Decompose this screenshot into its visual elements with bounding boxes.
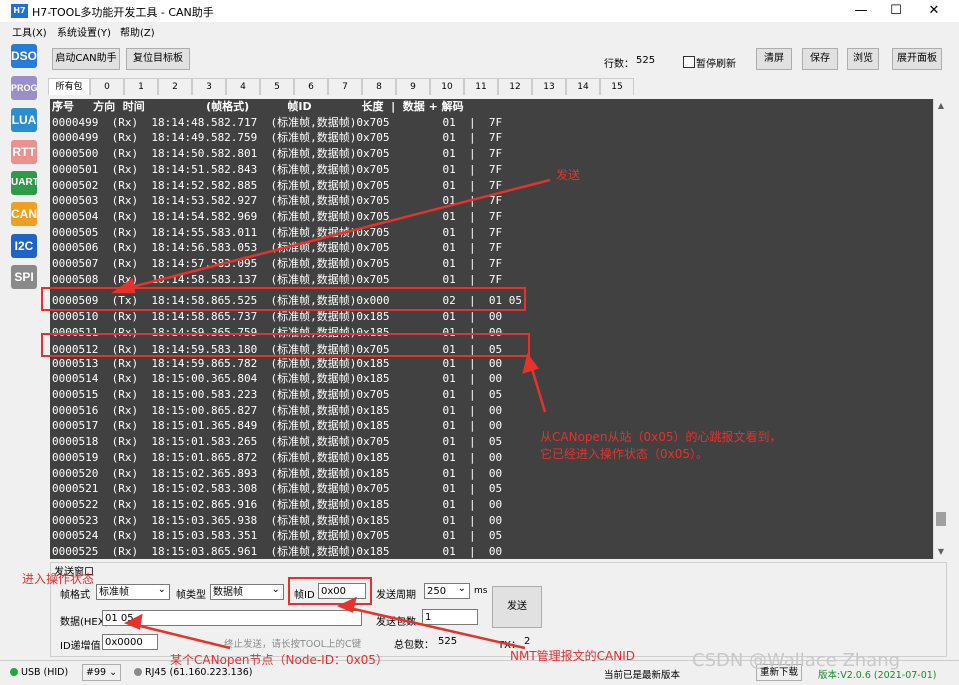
tx-nmt-highlight: [41, 287, 526, 311]
arrow-node: [131, 622, 231, 650]
frame-id-highlight: [288, 577, 372, 605]
annotation-send: 发送: [556, 168, 581, 182]
annotation-nmt: NMT管理报文的CANID: [510, 649, 636, 663]
annotation-heartbeat-1: 从CANopen从站（0x05）的心跳报文看到，: [540, 430, 782, 444]
heartbeat-highlight: [41, 333, 530, 357]
arrow-send: [119, 178, 551, 292]
arrow-nmt: [344, 605, 526, 650]
arrow-node-head: [123, 613, 143, 630]
arrow-heartbeat-head: [522, 353, 540, 374]
annotation-heartbeat-2: 它已经进入操作状态（0x05）。: [540, 447, 709, 461]
annotation-node: 某个CANopen节点（Node-ID：0x05）: [170, 653, 388, 667]
annotation-enter-op: 进入操作状态: [22, 572, 95, 586]
